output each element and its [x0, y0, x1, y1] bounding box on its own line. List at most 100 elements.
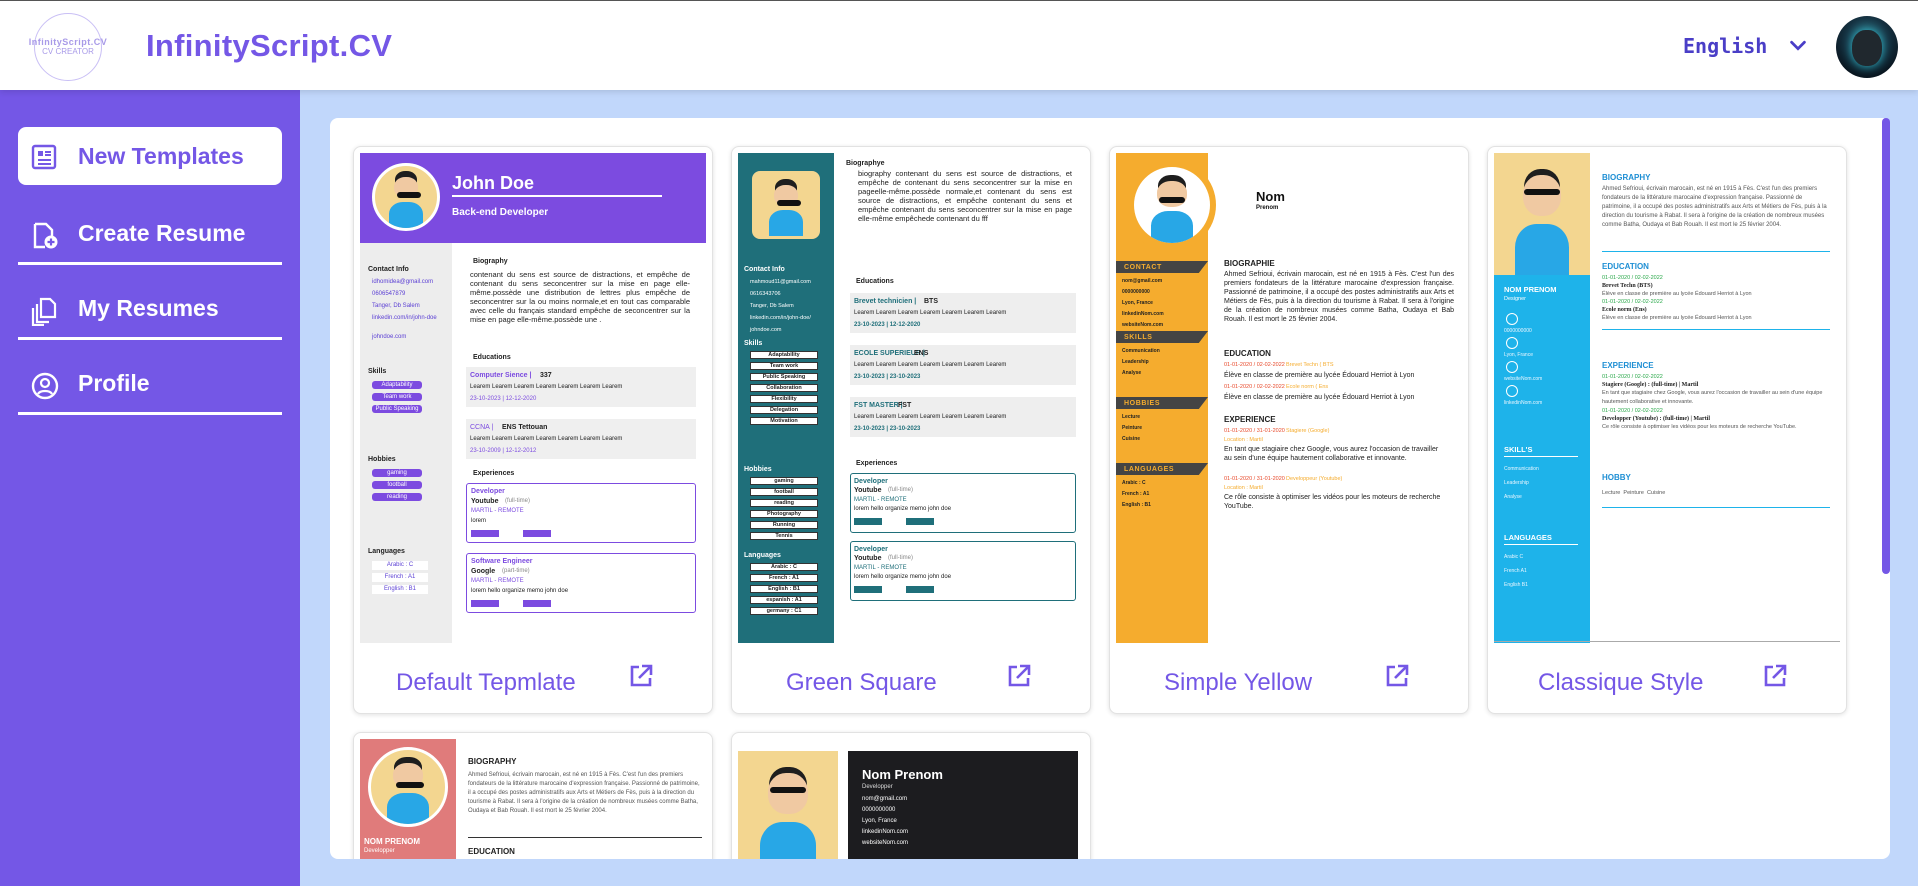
preview-name: Nom: [1256, 189, 1285, 204]
preview-text: Learem Learem Learem Learem Learem Leare…: [854, 362, 1007, 368]
preview-text: (part-time): [502, 568, 530, 574]
preview-name: Nom Prenom: [862, 767, 943, 782]
preview-avatar: [752, 171, 820, 239]
preview-text: 01-01-2020 / 02-02-2022: [1224, 384, 1285, 390]
user-avatar[interactable]: [1836, 16, 1898, 78]
main-content: John Doe Back-end Developer Contact Info…: [300, 90, 1918, 886]
preview-text: Developer: [471, 488, 505, 495]
template-card-green-square[interactable]: Contact Info mahmoud11@gmail.com 0616343…: [731, 146, 1091, 714]
preview-text: Developer: [854, 546, 888, 553]
preview-text: Cuisine: [1122, 436, 1141, 442]
documents-icon: [31, 297, 57, 326]
preview-avatar: [738, 751, 838, 859]
preview-avatar: [1494, 153, 1590, 275]
template-card-pink[interactable]: NOM PRENOM Developper BIOGRAPHY Ahmed Se…: [353, 732, 713, 859]
preview-text: 23-10-2023 | 12-12-2020: [854, 322, 921, 328]
preview-text: johndoe.com: [750, 327, 782, 333]
preview-section-title: CONTACT: [1124, 264, 1162, 271]
template-card-simple-yellow[interactable]: Nom Prenom CONTACT nom@gmail.com 000000000…: [1109, 146, 1469, 714]
preview-text: (full-time): [888, 555, 913, 561]
file-add-icon: [33, 222, 58, 249]
template-preview[interactable]: Nom Prenom CONTACT nom@gmail.com 000000000…: [1116, 153, 1462, 643]
preview-role: Designer: [1504, 296, 1527, 302]
external-link-icon[interactable]: [1384, 663, 1410, 689]
preview-text: MARTIL - REMOTE: [471, 508, 524, 514]
preview-pill: Flexibility: [750, 395, 818, 403]
top-bar: InfinityScript.CV CV CREATOR InfinityScr…: [0, 0, 1918, 90]
chevron-down-icon[interactable]: [1787, 34, 1809, 56]
scrollbar[interactable]: [1882, 118, 1890, 574]
preview-text: English B1: [1504, 582, 1528, 588]
template-name[interactable]: Simple Yellow: [1164, 669, 1312, 697]
preview-name: NOM PRENOM: [364, 837, 420, 846]
preview-text: Tanger, Db Salem: [750, 303, 794, 309]
template-name[interactable]: Classique Style: [1538, 669, 1703, 697]
preview-text: 0616343706: [750, 291, 781, 297]
preview-text: (full-time): [888, 487, 913, 493]
template-name[interactable]: Green Square: [786, 669, 937, 697]
preview-text: CCNA |: [470, 424, 494, 431]
preview-section-title: SKILL'S: [1504, 445, 1533, 454]
sidebar-item-label: Create Resume: [78, 220, 246, 246]
preview-text: 0000000000: [862, 807, 896, 813]
app-logo[interactable]: InfinityScript.CV CV CREATOR: [29, 13, 107, 81]
template-card-dark[interactable]: Nom Prenom Developper nom@gmail.com 0000…: [731, 732, 1091, 859]
template-preview[interactable]: NOM PRENOM Designer 0000000000 Lyon, Fran…: [1494, 153, 1840, 643]
contact-icon: [1506, 385, 1518, 397]
preview-text: Google: [471, 568, 496, 575]
template-preview[interactable]: John Doe Back-end Developer Contact Info…: [360, 153, 706, 643]
preview-pill: Tennis: [750, 532, 818, 540]
preview-text: lorem hello organize memo john doe: [854, 574, 952, 580]
external-link-icon[interactable]: [1006, 663, 1032, 689]
preview-text: Location : Martil: [1224, 485, 1263, 491]
template-name[interactable]: Default Tepmlate: [396, 669, 576, 697]
sidebar-item-create-resume[interactable]: Create Resume: [18, 205, 282, 265]
user-circle-icon: [31, 372, 59, 400]
preview-text: Arabic : C: [372, 561, 428, 570]
preview-text: 23-10-2023 | 23-10-2023: [854, 426, 921, 432]
template-card-classique-style[interactable]: NOM PRENOM Designer 0000000000 Lyon, Fran…: [1487, 146, 1847, 714]
external-link-icon[interactable]: [1762, 663, 1788, 689]
sidebar-item-my-resumes[interactable]: My Resumes: [18, 280, 282, 340]
preview-text: Lyon, France: [1122, 300, 1153, 306]
preview-section-title: Languages: [368, 548, 405, 555]
preview-text: ENS: [914, 350, 929, 357]
preview-text: linkedinNom.com: [862, 829, 909, 835]
preview-text: Lecture: [1122, 414, 1141, 420]
sidebar-item-new-templates[interactable]: New Templates: [18, 127, 282, 185]
app-brand[interactable]: InfinityScript.CV: [146, 28, 392, 64]
preview-text: Computer Sience |: [470, 372, 532, 379]
preview-text: Élève en classe de première au lycée Édo…: [1224, 372, 1415, 379]
preview-bio: biography contenant du sens est source d…: [858, 169, 1072, 223]
preview-text: Learem Learem Learem Learem Learem Leare…: [470, 436, 623, 442]
sidebar-item-label: New Templates: [78, 142, 244, 169]
preview-section-title: Hobbies: [368, 456, 396, 463]
preview-pill: reading: [750, 499, 818, 507]
preview-date-bar: [854, 518, 934, 525]
preview-name: NOM PRENOM: [1504, 285, 1557, 294]
preview-text: lorem hello organize memo john doe: [854, 506, 952, 512]
preview-section-title: HOBBY: [1602, 473, 1631, 482]
preview-text: Youtube: [854, 555, 882, 562]
preview-section-title: BIOGRAPHY: [1602, 173, 1651, 182]
preview-pill: Public Speaking: [750, 373, 818, 381]
language-select[interactable]: English: [1683, 34, 1767, 58]
preview-role: Developper: [862, 784, 893, 790]
preview-text: BTS: [924, 298, 938, 305]
preview-text: linkedinNom.com: [1504, 400, 1543, 406]
contact-icon: [1506, 361, 1518, 373]
template-preview[interactable]: Contact Info mahmoud11@gmail.com 0616343…: [738, 153, 1084, 643]
preview-text: French : A1: [372, 573, 428, 582]
external-link-icon[interactable]: [628, 663, 654, 689]
template-preview[interactable]: NOM PRENOM Developper BIOGRAPHY Ahmed Se…: [360, 739, 706, 859]
preview-bio: contenant du sens est source de distract…: [470, 270, 690, 324]
preview-text: Tanger, Db Salem: [372, 303, 420, 309]
preview-section-title: LANGUAGES: [1124, 466, 1175, 473]
template-card-default[interactable]: John Doe Back-end Developer Contact Info…: [353, 146, 713, 714]
preview-text: En tant que stagiaire chez Google, vous …: [1224, 446, 1439, 462]
sidebar-item-profile[interactable]: Profile: [18, 355, 282, 415]
preview-text: Communication: [1122, 348, 1160, 354]
preview-section-title: Experiences: [473, 470, 515, 477]
preview-section-title: Biographye: [846, 160, 885, 167]
template-preview[interactable]: Nom Prenom Developper nom@gmail.com 0000…: [738, 739, 1084, 859]
